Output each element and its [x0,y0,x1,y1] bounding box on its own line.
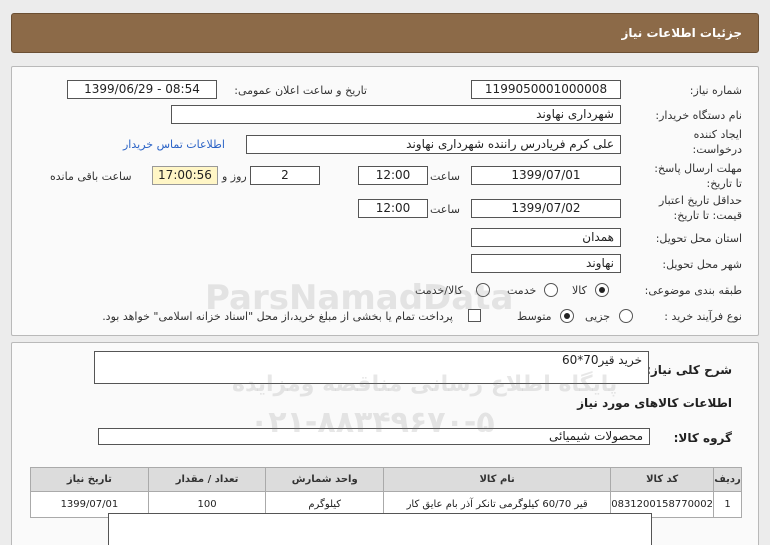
city-label: شهر محل تحویل: [662,258,742,271]
col-unit: واحد شمارش [265,467,385,492]
requester-label-2: درخواست: [692,143,742,156]
response-date-field: 1399/07/01 [471,166,621,185]
need-number-field: 1199050001000008 [471,80,621,99]
process-minor-radio[interactable] [619,309,633,323]
purchase-process-label: نوع فرآیند خرید : [664,310,742,323]
category-service-label: خدمت [507,284,537,297]
response-deadline-label-1: مهلت ارسال پاسخ: [654,162,742,175]
col-row-number: ردیف [713,467,742,492]
category-goods-radio[interactable] [595,283,609,297]
treasury-payment-checkbox[interactable] [468,309,481,322]
price-validity-label-1: حداقل تاریخ اعتبار [658,194,742,207]
category-label: طبقه بندی موضوعی: [644,284,742,297]
goods-group-field: محصولات شیمیائی [98,428,650,445]
col-goods-name: نام کالا [383,467,612,492]
price-validity-time-label: ساعت [430,203,460,216]
need-summary-label: شرح کلی نیاز: [646,363,732,377]
col-goods-code: کد کالا [610,467,715,492]
col-need-date: تاریخ نیاز [30,467,149,492]
details-panel: شماره نیاز: 1199050001000008 تاریخ و ساع… [11,66,759,336]
goods-group-label: گروه کالا: [673,431,732,445]
price-validity-label-2: قیمت: تا تاریخ: [673,209,742,222]
header-bar: جزئیات اطلاعات نیاز [11,13,759,53]
need-summary-field: خرید قیر70*60 [94,351,649,384]
col-quantity: تعداد / مقدار [147,467,267,492]
response-time-field: 12:00 [358,166,428,185]
price-validity-date-field: 1399/07/02 [471,199,621,218]
description-box [108,513,652,545]
treasury-payment-note: پرداخت تمام یا بخشی از مبلغ خرید،از محل … [102,310,453,323]
buyer-org-label: نام دستگاه خریدار: [655,109,742,122]
remaining-time-field: 17:00:56 [152,166,218,185]
process-medium-radio[interactable] [560,309,574,323]
category-service-radio[interactable] [544,283,558,297]
requester-field: علی کرم فریادرس راننده شهرداری نهاوند [246,135,621,154]
announce-datetime-field: 1399/06/29 - 08:54 [67,80,217,99]
days-remaining-field: 2 [250,166,320,185]
city-field: نهاوند [471,254,621,273]
province-label: استان محل تحویل: [655,232,742,245]
goods-table-header-row: ردیف کد کالا نام کالا واحد شمارش تعداد /… [30,467,742,492]
province-field: همدان [471,228,621,247]
response-deadline-label-2: تا تاریخ: [706,177,742,190]
announce-datetime-label: تاریخ و ساعت اعلان عمومی: [234,84,367,97]
need-number-label: شماره نیاز: [689,84,742,97]
category-goods-label: کالا [572,284,587,297]
page-title: جزئیات اطلاعات نیاز [621,26,742,40]
process-minor-label: جزیی [585,310,611,323]
category-goods-service-label: کالا/خدمت [415,284,463,297]
buyer-org-field: شهرداری نهاوند [171,105,621,124]
row-number-cell: 1 [713,491,742,518]
goods-info-title: اطلاعات کالاهای مورد نیاز [577,396,732,410]
price-validity-time-field: 12:00 [358,199,428,218]
items-panel: شرح کلی نیاز: خرید قیر70*60 اطلاعات کالا… [11,342,759,545]
goods-table: ردیف کد کالا نام کالا واحد شمارش تعداد /… [30,467,742,518]
days-label: روز و [222,170,247,183]
category-goods-service-radio[interactable] [476,283,490,297]
requester-label-1: ایجاد کننده [693,128,742,141]
response-time-label: ساعت [430,170,460,183]
process-medium-label: متوسط [517,310,552,323]
buyer-contact-link[interactable]: اطلاعات تماس خریدار [123,138,225,151]
remaining-time-label: ساعت باقی مانده [50,170,132,183]
